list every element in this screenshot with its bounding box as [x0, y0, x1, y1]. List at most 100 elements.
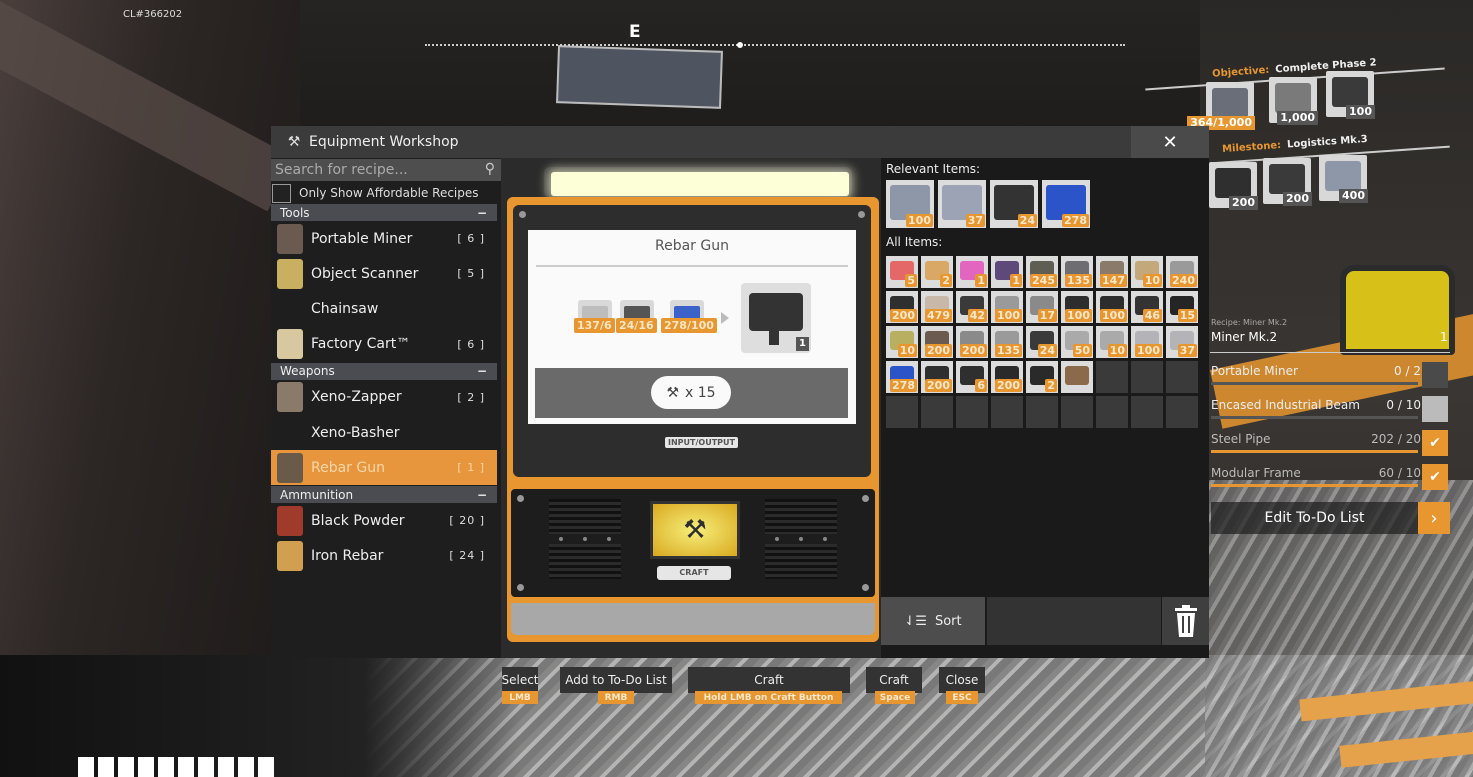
inventory-slot[interactable]: 200	[921, 361, 953, 393]
empty-slot[interactable]	[886, 396, 918, 428]
inventory-slot[interactable]: 1	[991, 256, 1023, 288]
inventory-slot[interactable]: 10	[1096, 326, 1128, 358]
recipe-item[interactable]: Portable Miner [ 6 ]	[271, 221, 497, 256]
collapse-icon[interactable]: −	[477, 206, 487, 220]
inventory-slot[interactable]: 1	[956, 256, 988, 288]
inventory-slot[interactable]: 135	[991, 326, 1023, 358]
empty-slot[interactable]	[1131, 396, 1163, 428]
relevant-item-slot[interactable]: 24	[990, 180, 1038, 228]
inventory-slot[interactable]: 15	[1166, 291, 1198, 323]
inventory-slot[interactable]: 100	[1131, 326, 1163, 358]
empty-slot[interactable]	[1026, 396, 1058, 428]
inventory-slot[interactable]: 2	[1026, 361, 1058, 393]
recipe-item[interactable]: Black Powder [ 20 ]	[271, 503, 497, 538]
inventory-slot[interactable]: 200	[991, 361, 1023, 393]
inventory-slot[interactable]: 17	[1026, 291, 1058, 323]
empty-slot[interactable]	[921, 396, 953, 428]
category-header-weapons[interactable]: Weapons −	[271, 362, 497, 380]
item-quantity: 100	[1346, 105, 1375, 119]
empty-slot[interactable]	[991, 396, 1023, 428]
relevant-item-slot[interactable]: 100	[886, 180, 934, 228]
inventory-slot[interactable]: 6	[956, 361, 988, 393]
relevant-item-slot[interactable]: 278	[1042, 180, 1090, 228]
recipe-item[interactable]: Chainsaw	[271, 292, 497, 327]
inventory-slot[interactable]: 278	[886, 361, 918, 393]
empty-slot[interactable]	[1061, 396, 1093, 428]
empty-slot[interactable]	[1131, 361, 1163, 393]
inventory-slot[interactable]: 46	[1131, 291, 1163, 323]
inventory-slot[interactable]: 10	[886, 326, 918, 358]
key-hint-close[interactable]: Close	[939, 667, 985, 693]
collapse-icon[interactable]: −	[477, 488, 487, 502]
recipe-item[interactable]: Rebar Gun [ 1 ]	[271, 450, 497, 486]
hotbar-slot[interactable]	[218, 757, 234, 777]
inventory-slot[interactable]: 100	[1061, 291, 1093, 323]
recipe-item[interactable]: Factory Cart™ [ 6 ]	[271, 327, 497, 362]
craft-button[interactable]: ⚒	[650, 501, 740, 559]
inventory-slot[interactable]: 200	[956, 326, 988, 358]
inventory-slot[interactable]: 100	[1096, 291, 1128, 323]
recipe-item[interactable]: Xeno-Zapper [ 2 ]	[271, 380, 497, 415]
inventory-slot[interactable]: 200	[921, 326, 953, 358]
category-header-ammunition[interactable]: Ammunition −	[271, 486, 497, 504]
inventory-slot[interactable]: 147	[1096, 256, 1128, 288]
recipe-item[interactable]: Iron Rebar [ 24 ]	[271, 538, 497, 573]
hotbar-slot[interactable]	[138, 757, 154, 777]
sort-button[interactable]: ⇃☰ Sort	[881, 597, 985, 645]
inventory-slot[interactable]: 37	[1166, 326, 1198, 358]
recipe-search: ⚲	[271, 159, 501, 181]
hotbar-slot[interactable]	[178, 757, 194, 777]
inventory-slot[interactable]: 42	[956, 291, 988, 323]
todo-item: Encased Industrial Beam 0 / 10	[1211, 398, 1421, 412]
key-hint-craft[interactable]: Craft	[866, 667, 922, 693]
inventory-slot[interactable]: 100	[991, 291, 1023, 323]
empty-slot[interactable]	[956, 396, 988, 428]
empty-slot[interactable]	[1096, 361, 1128, 393]
hotbar-slot[interactable]	[158, 757, 174, 777]
item-quantity: 245	[1030, 274, 1057, 287]
affordable-filter[interactable]: Only Show Affordable Recipes	[271, 182, 501, 204]
inventory-slot[interactable]: 245	[1026, 256, 1058, 288]
chevron-right-icon[interactable]: ›	[1418, 502, 1450, 534]
key-hint-add-to-to-do-list[interactable]: Add to To-Do List	[560, 667, 672, 693]
hotbar-slot[interactable]	[98, 757, 114, 777]
search-icon[interactable]: ⚲	[485, 161, 495, 177]
trash-button[interactable]	[1162, 597, 1209, 645]
hotbar-slot[interactable]	[238, 757, 254, 777]
edit-todo-button[interactable]: Edit To-Do List	[1211, 502, 1418, 534]
inventory-slot[interactable]: 135	[1061, 256, 1093, 288]
inventory-slot[interactable]: 200	[886, 291, 918, 323]
hotbar-slot[interactable]	[198, 757, 214, 777]
item-quantity: 240	[1170, 274, 1197, 287]
inventory-slot[interactable]: 240	[1166, 256, 1198, 288]
collapse-icon[interactable]: −	[477, 364, 487, 378]
category-header-tools[interactable]: Tools −	[271, 204, 497, 221]
affordable-checkbox[interactable]	[272, 183, 291, 203]
inventory-slot[interactable]: 50	[1061, 326, 1093, 358]
relevant-item-slot[interactable]: 37	[938, 180, 986, 228]
hotbar-slot[interactable]	[78, 757, 94, 777]
key-hint-craft[interactable]: Craft	[688, 667, 850, 693]
empty-slot[interactable]	[1166, 396, 1198, 428]
input-output-label: INPUT/OUTPUT	[665, 437, 738, 448]
empty-slot[interactable]	[1096, 396, 1128, 428]
key-hint-select[interactable]: Select	[501, 667, 539, 693]
recipe-item[interactable]: Xeno-Basher	[271, 415, 497, 450]
search-input[interactable]	[271, 162, 471, 178]
hotbar-slot[interactable]	[258, 757, 274, 777]
inventory-slot[interactable]: 24	[1026, 326, 1058, 358]
todo-item-progress: 0 / 10	[1386, 398, 1421, 412]
craft-button-label[interactable]: CRAFT	[657, 566, 731, 580]
inventory-slot[interactable]: 479	[921, 291, 953, 323]
all-items-label: All Items:	[886, 235, 943, 249]
close-button[interactable]: ✕	[1131, 126, 1209, 158]
recipe-item[interactable]: Object Scanner [ 5 ]	[271, 256, 497, 291]
empty-slot[interactable]	[1166, 361, 1198, 393]
inventory-slot[interactable]: 10	[1131, 256, 1163, 288]
recipe-icon	[277, 418, 303, 448]
item-quantity: 5	[905, 274, 917, 287]
hotbar-slot[interactable]	[118, 757, 134, 777]
inventory-slot[interactable]: 2	[921, 256, 953, 288]
inventory-slot[interactable]: 5	[886, 256, 918, 288]
inventory-slot[interactable]	[1061, 361, 1093, 393]
